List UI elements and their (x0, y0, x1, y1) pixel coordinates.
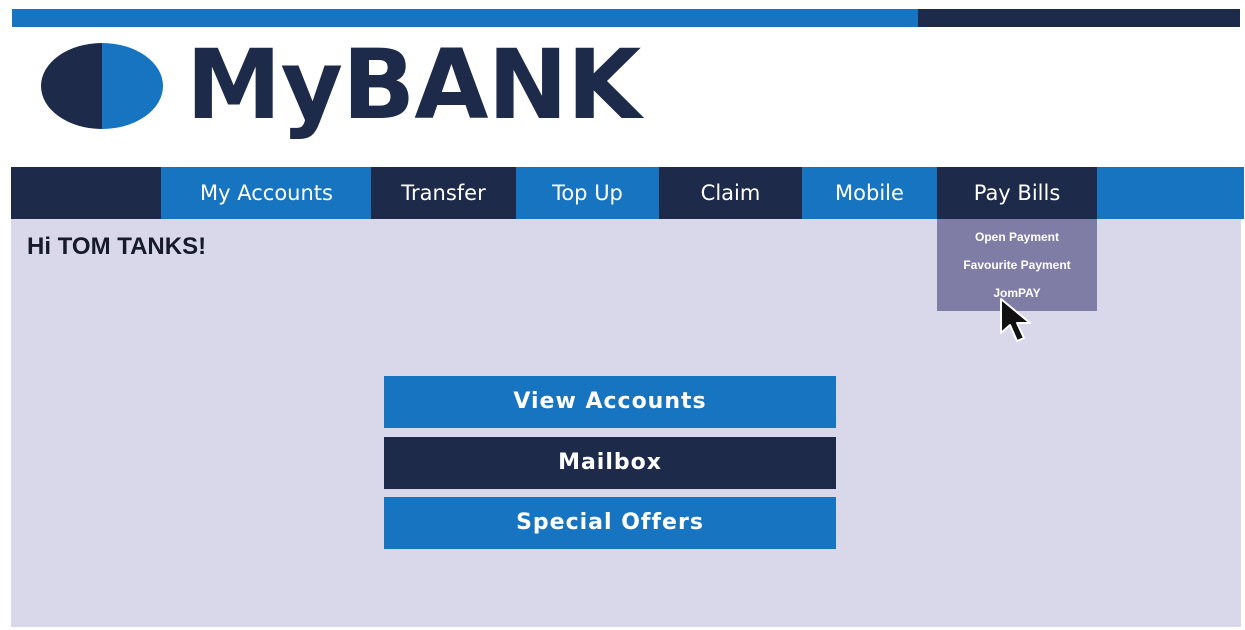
mailbox-button[interactable]: Mailbox (384, 437, 836, 489)
top-accent-bar-dark (918, 9, 1240, 27)
top-accent-bar (12, 9, 918, 27)
mybank-page: MyBANK My Accounts Transfer Top Up Claim… (0, 0, 1245, 630)
dropdown-item-favourite-payment[interactable]: Favourite Payment (937, 251, 1097, 279)
nav-item-top-up[interactable]: Top Up (516, 167, 659, 219)
nav-item-transfer[interactable]: Transfer (371, 167, 516, 219)
nav-item-my-accounts[interactable]: My Accounts (162, 167, 371, 219)
half-circle-logo-icon (41, 43, 163, 129)
view-accounts-button[interactable]: View Accounts (384, 376, 836, 428)
nav-item-mobile[interactable]: Mobile (802, 167, 937, 219)
greeting-text: Hi TOM TANKS! (27, 233, 207, 260)
nav-item-pay-bills[interactable]: Pay Bills (937, 167, 1097, 219)
mouse-pointer-icon (1000, 298, 1031, 342)
brand-name: MyBANK (186, 29, 641, 141)
special-offers-button[interactable]: Special Offers (384, 497, 836, 549)
main-nav: My Accounts Transfer Top Up Claim Mobile… (11, 167, 1244, 219)
dropdown-item-open-payment[interactable]: Open Payment (937, 223, 1097, 251)
nav-item-claim[interactable]: Claim (659, 167, 802, 219)
nav-left-block (11, 167, 161, 219)
